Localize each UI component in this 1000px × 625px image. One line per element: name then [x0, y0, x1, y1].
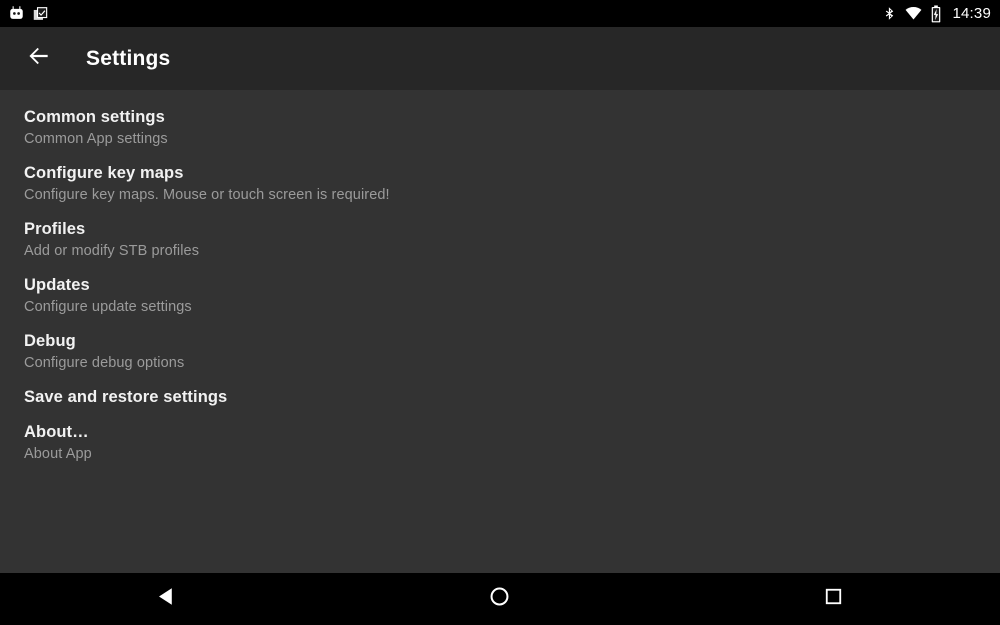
system-navigation-bar [0, 573, 1000, 625]
preference-item-updates[interactable]: Updates Configure update settings [0, 268, 1000, 324]
back-nav-icon [155, 585, 178, 613]
preference-summary: About App [24, 446, 92, 462]
preference-item-profiles[interactable]: Profiles Add or modify STB profiles [0, 212, 1000, 268]
preference-list: Common settings Common App settings Conf… [0, 100, 1000, 471]
battery-charging-icon [930, 4, 942, 23]
app-robot-icon [8, 5, 25, 22]
preference-item-save-and-restore-settings[interactable]: Save and restore settings [0, 380, 1000, 415]
wifi-icon [904, 5, 923, 22]
android-settings-screen: 14:39 Settings Common settings Common Ap… [0, 0, 1000, 625]
preference-summary: Configure update settings [24, 299, 192, 315]
page-title: Settings [86, 46, 171, 70]
preference-title: Updates [24, 276, 90, 294]
bluetooth-icon [882, 5, 897, 22]
preference-item-about[interactable]: About… About App [0, 415, 1000, 471]
preference-item-configure-key-maps[interactable]: Configure key maps Configure key maps. M… [0, 156, 1000, 212]
status-bar: 14:39 [0, 0, 1000, 27]
clipboard-check-icon [32, 5, 49, 22]
arrow-back-icon [26, 43, 52, 74]
preference-summary: Common App settings [24, 131, 168, 147]
preference-title: Debug [24, 332, 76, 350]
nav-home-button[interactable] [440, 573, 560, 625]
preference-title: Save and restore settings [24, 388, 228, 406]
preference-summary: Configure debug options [24, 355, 185, 371]
status-bar-system: 14:39 [882, 4, 991, 23]
status-bar-clock: 14:39 [952, 5, 991, 22]
toolbar-back-button[interactable] [22, 42, 56, 76]
preference-title: About… [24, 423, 89, 441]
home-nav-icon [488, 585, 511, 613]
app-toolbar: Settings [0, 27, 1000, 90]
preference-summary: Add or modify STB profiles [24, 243, 200, 259]
settings-content: Common settings Common App settings Conf… [0, 90, 1000, 573]
preference-item-debug[interactable]: Debug Configure debug options [0, 324, 1000, 380]
status-bar-notifications [8, 5, 49, 22]
preference-item-common-settings[interactable]: Common settings Common App settings [0, 100, 1000, 156]
nav-back-button[interactable] [107, 573, 227, 625]
preference-summary: Configure key maps. Mouse or touch scree… [24, 187, 390, 203]
preference-title: Common settings [24, 108, 165, 126]
preference-title: Profiles [24, 220, 86, 238]
preference-title: Configure key maps [24, 164, 184, 182]
recents-nav-icon [823, 586, 844, 612]
nav-recents-button[interactable] [773, 573, 893, 625]
